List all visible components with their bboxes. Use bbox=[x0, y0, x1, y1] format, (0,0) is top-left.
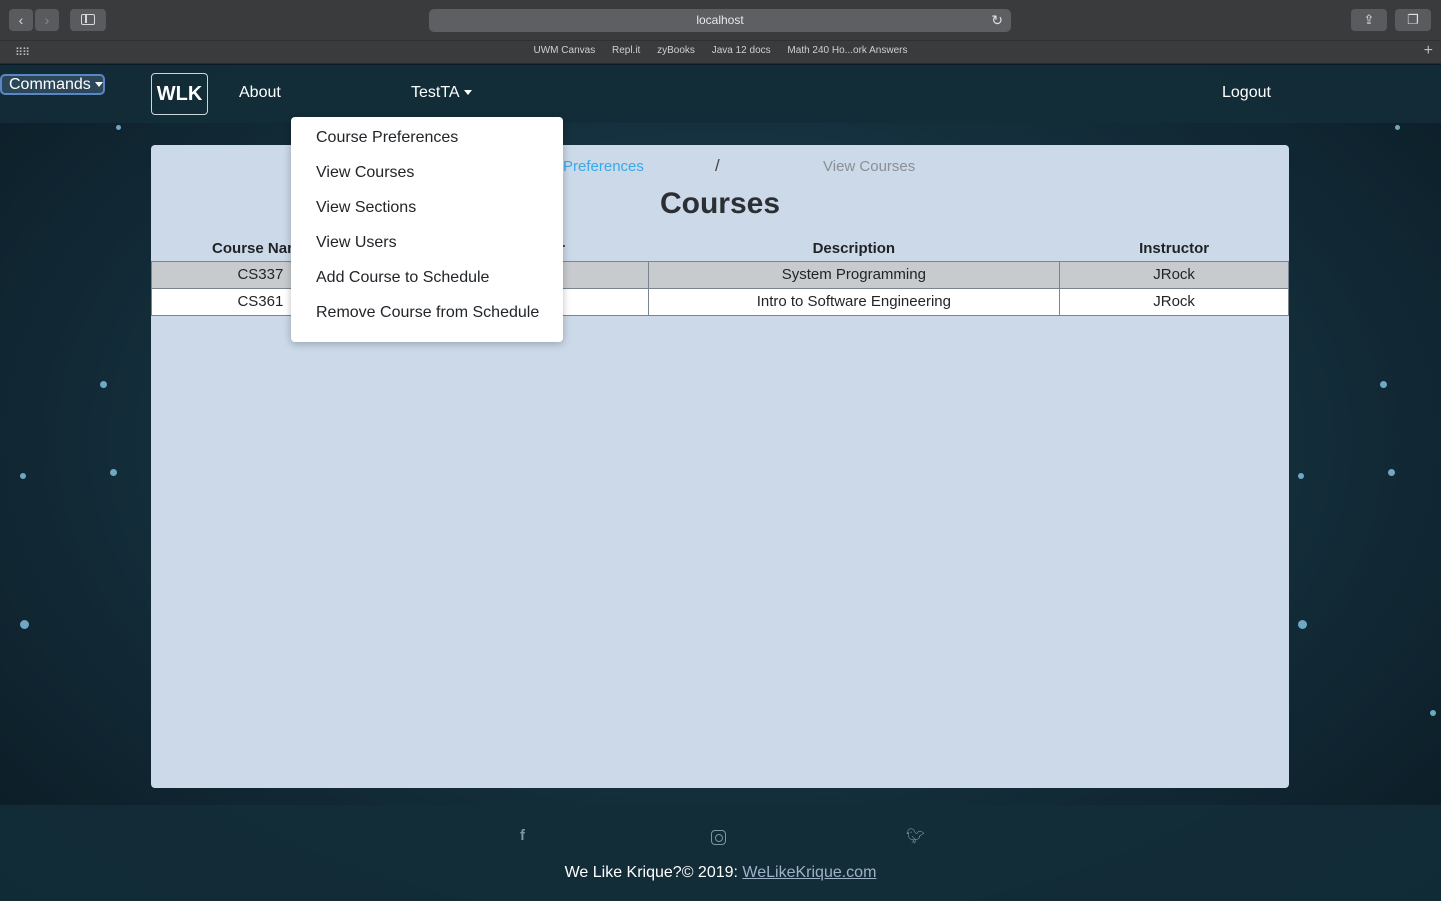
menu-item-view-courses[interactable]: View Courses bbox=[291, 160, 563, 195]
breadcrumb-current: View Courses bbox=[823, 158, 916, 175]
bookmark-item[interactable]: zyBooks bbox=[657, 45, 695, 56]
menu-item-view-users[interactable]: View Users bbox=[291, 230, 563, 265]
menu-item-course-preferences[interactable]: Course Preferences bbox=[291, 125, 563, 160]
reload-icon[interactable]: ↻ bbox=[991, 9, 1003, 32]
background-dot bbox=[20, 620, 29, 629]
browser-chrome: ‹ › localhost ↻ ⇪ ❐ ⠿⠿ UWM Canvas Repl.i… bbox=[0, 0, 1441, 64]
table-cell: System Programming bbox=[647, 260, 1061, 289]
background-dot bbox=[1380, 381, 1387, 388]
table-cell: JRock bbox=[1059, 260, 1289, 289]
facebook-icon[interactable]: f bbox=[520, 827, 525, 844]
copyright-label: We Like Krique?© 2019: bbox=[564, 864, 743, 881]
user-dropdown-toggle[interactable]: TestTA bbox=[411, 84, 472, 102]
brand-logo[interactable]: WLK bbox=[151, 73, 208, 115]
sidebar-icon bbox=[81, 14, 95, 25]
table-cell: Intro to Software Engineering bbox=[647, 287, 1061, 316]
column-header: Description bbox=[812, 240, 896, 258]
nav-about-link[interactable]: About bbox=[239, 84, 281, 102]
logout-link[interactable]: Logout bbox=[1222, 84, 1271, 102]
menu-item-view-sections[interactable]: View Sections bbox=[291, 195, 563, 230]
background-dot bbox=[116, 125, 121, 130]
background-dot bbox=[100, 381, 107, 388]
address-bar[interactable]: localhost ↻ bbox=[429, 9, 1011, 32]
menu-item-remove-course[interactable]: Remove Course from Schedule bbox=[291, 300, 563, 335]
bookmark-item[interactable]: Repl.it bbox=[612, 45, 640, 56]
background-dot bbox=[1430, 710, 1436, 716]
site-footer: f 🐦︎ We Like Krique?© 2019: WeLikeKrique… bbox=[0, 805, 1441, 901]
sidebar-toggle-button[interactable] bbox=[70, 9, 106, 31]
chevron-right-icon: › bbox=[44, 12, 50, 28]
twitter-icon[interactable]: 🐦︎ bbox=[906, 827, 925, 845]
background-dot bbox=[1395, 125, 1400, 130]
background-dot bbox=[20, 473, 26, 479]
copyright-text: We Like Krique?© 2019: WeLikeKrique.com bbox=[0, 864, 1441, 882]
tabs-icon: ❐ bbox=[1407, 12, 1419, 27]
site-navbar: WLK About Commands TestTA Logout bbox=[0, 65, 1441, 123]
bookmark-item[interactable]: Java 12 docs bbox=[712, 45, 771, 56]
caret-down-icon bbox=[94, 82, 103, 88]
tabs-overview-button[interactable]: ❐ bbox=[1395, 9, 1431, 31]
back-button[interactable]: ‹ bbox=[9, 9, 33, 31]
column-header: Instructor bbox=[1139, 240, 1210, 258]
menu-item-add-course[interactable]: Add Course to Schedule bbox=[291, 265, 563, 300]
bookmark-item[interactable]: UWM Canvas bbox=[534, 45, 596, 56]
new-tab-plus-icon[interactable]: + bbox=[1424, 42, 1433, 60]
footer-site-link[interactable]: WeLikeKrique.com bbox=[742, 864, 876, 881]
chevron-left-icon: ‹ bbox=[18, 12, 24, 28]
user-label: TestTA bbox=[411, 84, 460, 101]
share-icon: ⇪ bbox=[1363, 12, 1375, 27]
background-dot bbox=[110, 469, 117, 476]
forward-button[interactable]: › bbox=[35, 9, 59, 31]
table-cell: JRock bbox=[1059, 287, 1289, 316]
bookmarks-bar: ⠿⠿ UWM Canvas Repl.it zyBooks Java 12 do… bbox=[0, 40, 1441, 64]
bookmark-list: UWM Canvas Repl.it zyBooks Java 12 docs … bbox=[0, 45, 1441, 56]
breadcrumb-separator: / bbox=[715, 156, 720, 175]
page-background: WLK About Commands TestTA Logout Prefere… bbox=[0, 65, 1441, 901]
bookmark-item[interactable]: Math 240 Ho...ork Answers bbox=[787, 45, 907, 56]
commands-dropdown-toggle[interactable]: Commands bbox=[0, 74, 105, 95]
instagram-icon[interactable] bbox=[711, 830, 726, 845]
commands-dropdown-menu: Course Preferences View Courses View Sec… bbox=[291, 117, 563, 342]
background-dot bbox=[1298, 473, 1304, 479]
breadcrumb-link[interactable]: Preferences bbox=[563, 158, 644, 175]
url-text: localhost bbox=[696, 13, 744, 27]
background-dot bbox=[1298, 620, 1307, 629]
caret-down-icon bbox=[463, 90, 472, 96]
commands-label: Commands bbox=[9, 76, 91, 93]
browser-toolbar: ‹ › localhost ↻ ⇪ ❐ bbox=[0, 0, 1441, 40]
share-button[interactable]: ⇪ bbox=[1351, 9, 1387, 31]
background-dot bbox=[1388, 469, 1395, 476]
